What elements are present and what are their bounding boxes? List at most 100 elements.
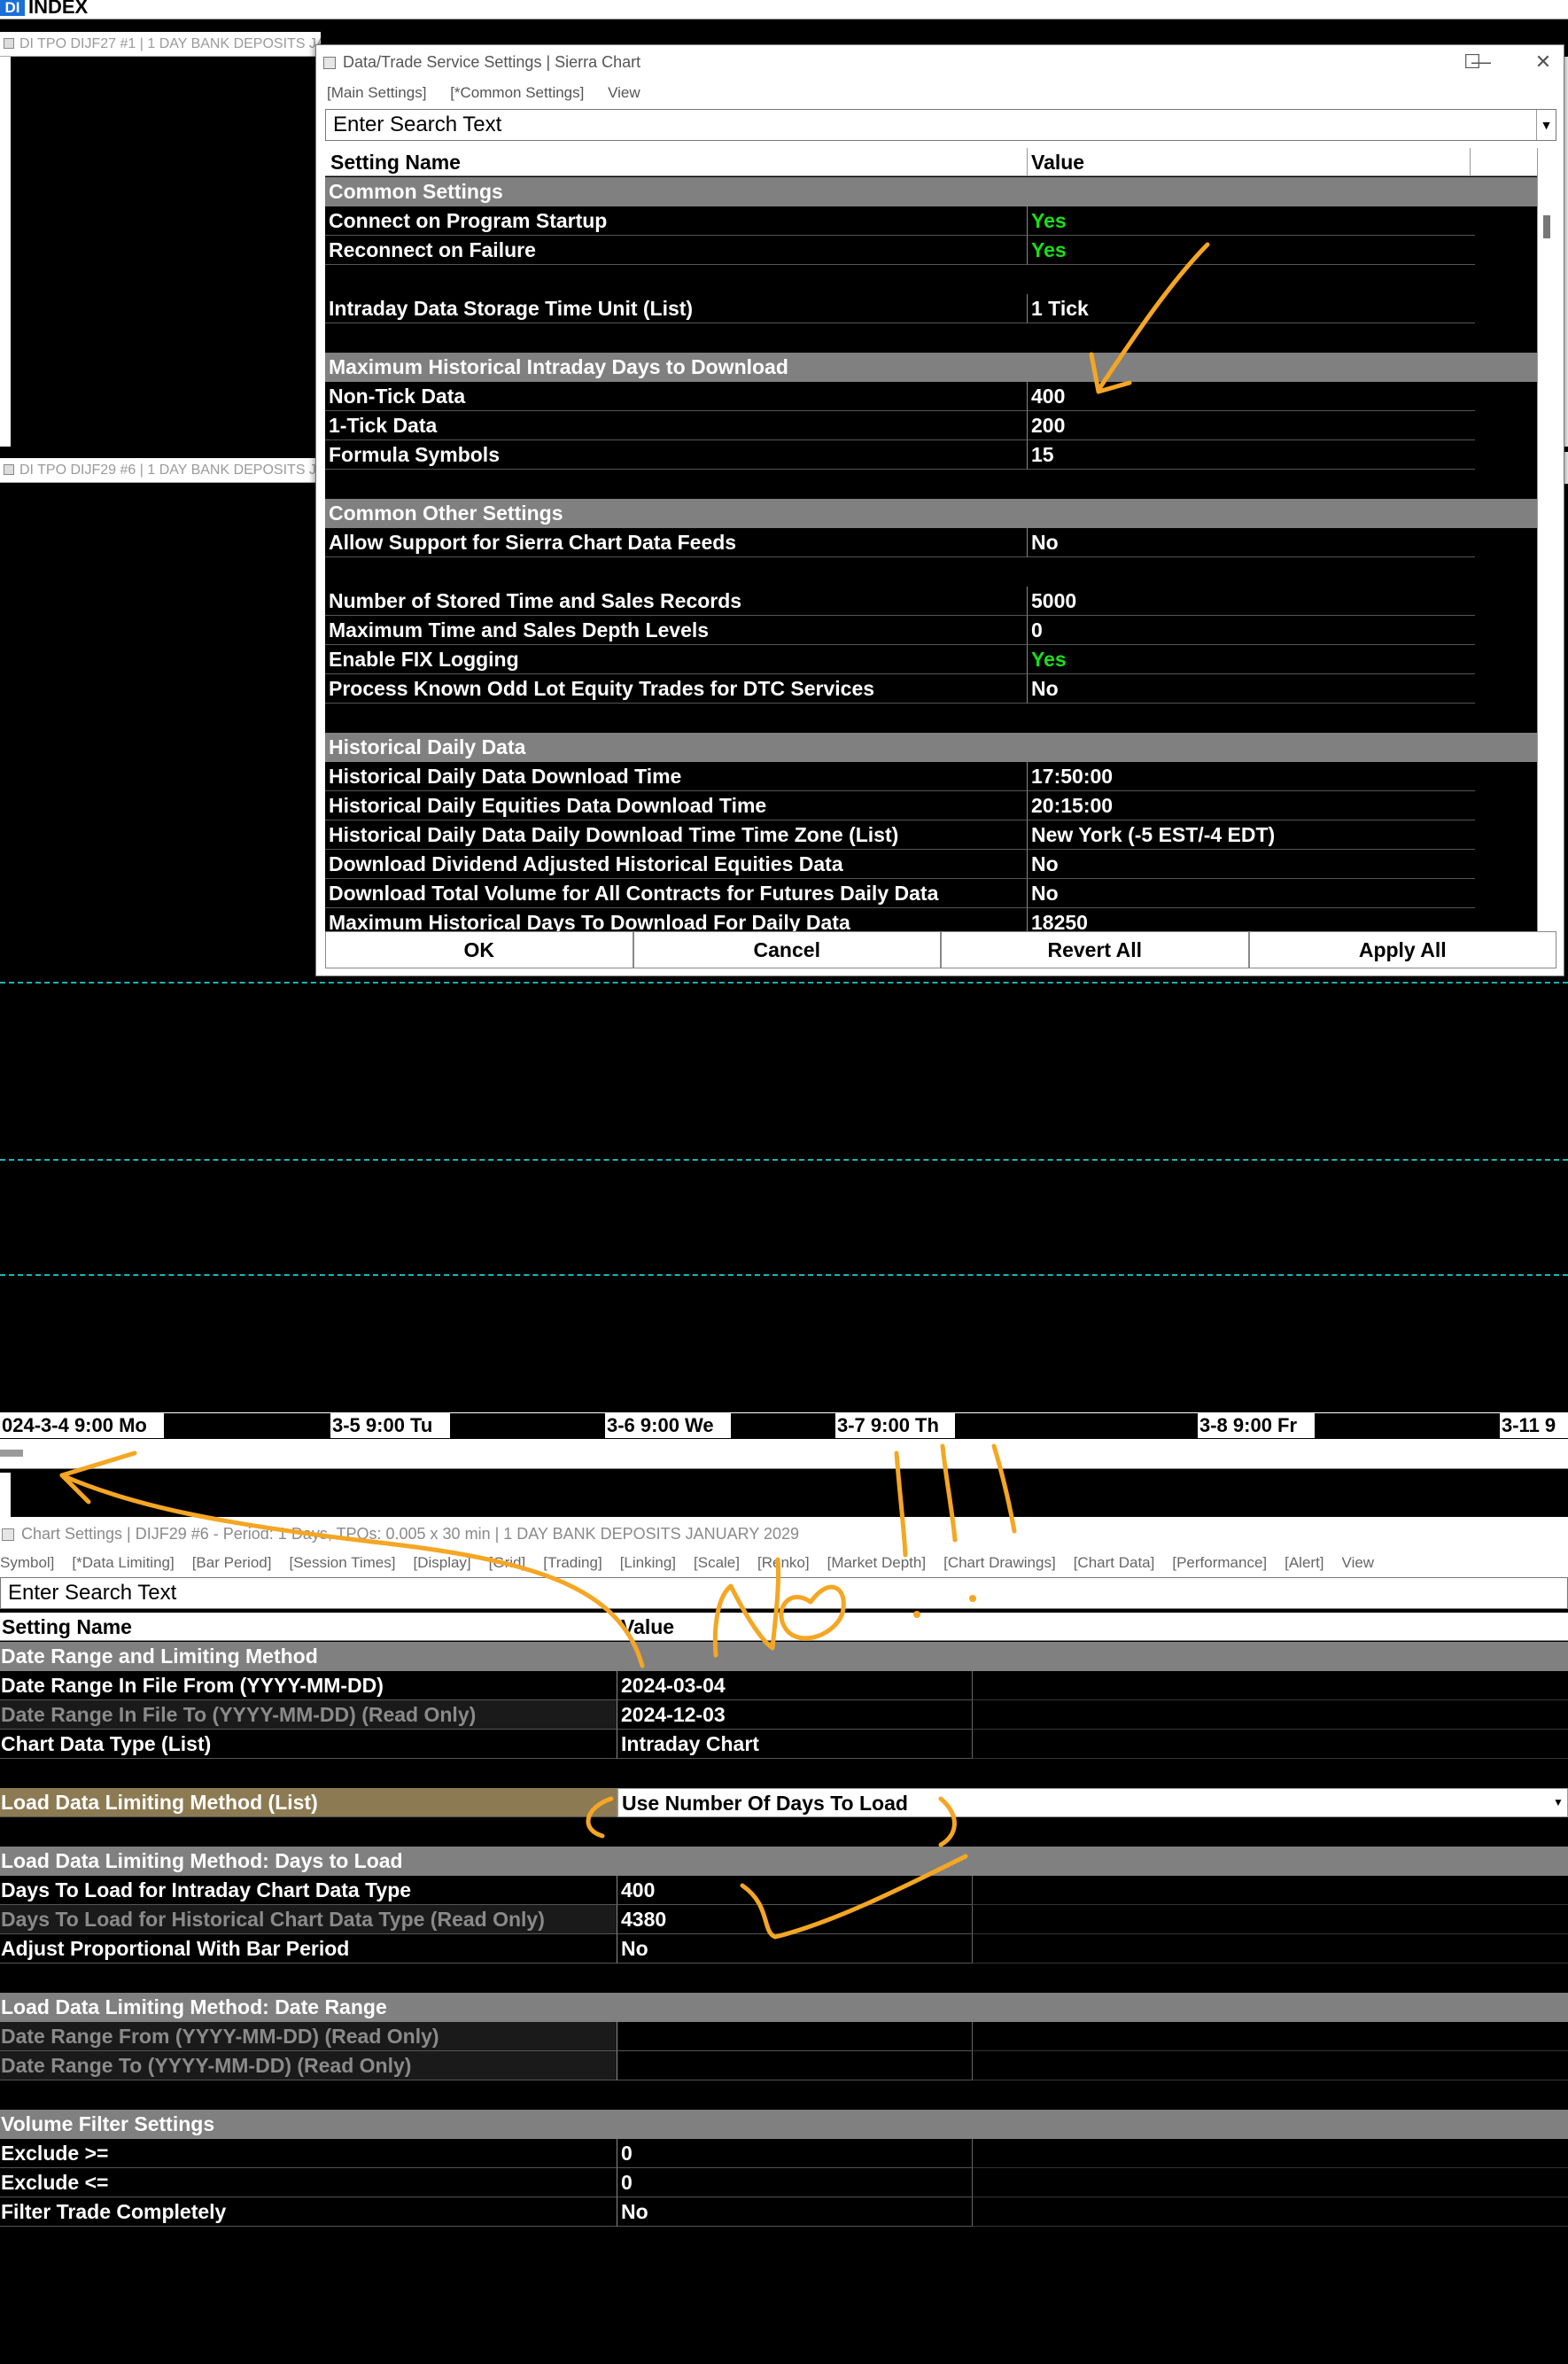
settings-row[interactable]: Exclude <= 0	[0, 2168, 1568, 2197]
menu-view[interactable]: View	[608, 84, 640, 101]
settings-row[interactable]: Exclude >= 0	[0, 2139, 1568, 2168]
settings-row[interactable]: Filter Trade Completely No	[0, 2197, 1568, 2227]
setting-value-cell[interactable]: No	[617, 2197, 972, 2227]
tab-market-depth[interactable]: [Market Depth]	[827, 1554, 927, 1571]
settings-row[interactable]: Date Range To (YYYY-MM-DD) (Read Only)	[0, 2051, 1568, 2080]
settings-row[interactable]: Date Range In File From (YYYY-MM-DD) 2024…	[0, 1671, 1568, 1700]
column-header-setting-name[interactable]: Setting Name	[0, 1613, 617, 1641]
tab-view[interactable]: View	[1342, 1554, 1375, 1571]
chart-settings-grid[interactable]: Setting Name Value Date Range and Limiti…	[0, 1613, 1568, 2364]
settings-row[interactable]: Number of Stored Time and Sales Records 5…	[325, 587, 1537, 616]
tab-performance[interactable]: [Performance]	[1172, 1554, 1267, 1571]
setting-value-cell[interactable]: 15	[1028, 440, 1475, 470]
setting-value-cell[interactable]: 2024-12-03	[617, 1700, 972, 1730]
chevron-down-icon[interactable]: ▼	[1549, 1789, 1567, 1816]
settings-row[interactable]: Historical Daily Data Download Time 17:50…	[325, 762, 1537, 791]
settings-row[interactable]: Download Dividend Adjusted Historical Eq…	[325, 850, 1537, 879]
revert-all-button[interactable]: Revert All	[941, 931, 1249, 968]
tab-trading[interactable]: [Trading]	[543, 1554, 602, 1571]
tab-grid[interactable]: [Grid]	[489, 1554, 526, 1571]
setting-value-cell[interactable]: Yes	[1028, 645, 1475, 674]
setting-value-cell[interactable]: No	[617, 1934, 972, 1964]
setting-value-cell[interactable]: No	[1028, 850, 1475, 879]
column-header-setting-name[interactable]: Setting Name	[325, 148, 1028, 176]
tab-common-settings[interactable]: [*Common Settings]	[450, 84, 584, 101]
tab-scale[interactable]: [Scale]	[694, 1554, 740, 1571]
settings-row[interactable]: Load Data Limiting Method (List) Use Numb…	[0, 1788, 1568, 1817]
settings-row[interactable]: Process Known Odd Lot Equity Trades for …	[325, 674, 1537, 704]
settings-row[interactable]: Maximum Time and Sales Depth Levels 0	[325, 616, 1537, 645]
settings-row[interactable]: Historical Daily Equities Data Download …	[325, 791, 1537, 820]
setting-value-cell[interactable]: 400	[1028, 382, 1475, 411]
index-badge[interactable]: DI	[0, 0, 25, 16]
column-header-value[interactable]: Value	[1028, 148, 1471, 176]
setting-value-cell[interactable]: New York (-5 EST/-4 EDT)	[1028, 820, 1475, 850]
search-input[interactable]: Enter Search Text ▼	[325, 109, 1556, 141]
setting-value-cell[interactable]: 5000	[1028, 587, 1475, 616]
settings-row[interactable]: Connect on Program Startup Yes	[325, 206, 1537, 236]
settings-row[interactable]: Days To Load for Intraday Chart Data Typ…	[0, 1876, 1568, 1905]
settings-row[interactable]: Download Total Volume for All Contracts …	[325, 879, 1537, 908]
tab-symbol[interactable]: Symbol]	[0, 1554, 54, 1571]
setting-value-cell[interactable]: 0	[617, 2168, 972, 2197]
tab-linking[interactable]: [Linking]	[620, 1554, 676, 1571]
chart-window-2-title[interactable]: DI TPO DIJF29 #6 | 1 DAY BANK DEPOSITS J…	[0, 458, 321, 483]
setting-value-cell[interactable]	[617, 2022, 972, 2051]
scrollbar-thumb[interactable]	[0, 1450, 23, 1457]
setting-value-cell[interactable]: 1 Tick	[1028, 294, 1475, 323]
setting-value-cell[interactable]: Yes	[1028, 236, 1475, 265]
chart-window-1-title[interactable]: DI TPO DIJF27 #1 | 1 DAY BANK DEPOSITS J…	[0, 32, 321, 57]
search-input[interactable]: Enter Search Text	[0, 1577, 1568, 1609]
settings-row[interactable]: Allow Support for Sierra Chart Data Feed…	[325, 528, 1537, 557]
close-button[interactable]: ✕	[1530, 51, 1556, 74]
apply-all-button[interactable]: Apply All	[1248, 931, 1556, 968]
chevron-down-icon[interactable]: ▼	[1536, 110, 1556, 140]
load-data-limiting-method-select[interactable]: Use Number Of Days To Load ▼	[617, 1788, 1568, 1817]
settings-vertical-scrollbar[interactable]	[1537, 148, 1556, 931]
setting-value-cell[interactable]: 400	[617, 1876, 972, 1905]
setting-value-cell[interactable]: 4380	[617, 1905, 972, 1934]
settings-row[interactable]: Historical Daily Data Daily Download Tim…	[325, 820, 1537, 850]
chart-horizontal-scrollbar[interactable]	[0, 1439, 1568, 1469]
setting-value-cell[interactable]: 20:15:00	[1028, 791, 1475, 820]
settings-row[interactable]: 1-Tick Data 200	[325, 411, 1537, 440]
ok-button[interactable]: OK	[325, 931, 633, 968]
setting-value-cell[interactable]: 0	[1028, 616, 1475, 645]
settings-grid[interactable]: Setting Name Value Common Settings Connec…	[325, 148, 1537, 931]
tab-display[interactable]: [Display]	[413, 1554, 470, 1571]
setting-value-cell[interactable]: No	[1028, 879, 1475, 908]
settings-row[interactable]: Enable FIX Logging Yes	[325, 645, 1537, 674]
column-header-value[interactable]: Value	[617, 1613, 972, 1641]
maximize-button[interactable]: ☐	[1459, 51, 1486, 74]
index-label[interactable]: INDEX	[28, 0, 88, 17]
dialog-titlebar[interactable]: Data/Trade Service Settings | Sierra Cha…	[316, 45, 1564, 79]
tab-renko[interactable]: [Renko]	[757, 1554, 810, 1571]
settings-row[interactable]: Reconnect on Failure Yes	[325, 236, 1537, 265]
settings-row[interactable]: Date Range In File To (YYYY-MM-DD) (Read…	[0, 1700, 1568, 1730]
setting-value-cell[interactable]: 18250	[1028, 908, 1475, 931]
settings-row[interactable]: Date Range From (YYYY-MM-DD) (Read Only)	[0, 2022, 1568, 2051]
cancel-button[interactable]: Cancel	[633, 931, 941, 968]
settings-row[interactable]: Days To Load for Historical Chart Data T…	[0, 1905, 1568, 1934]
tab-data-limiting[interactable]: [*Data Limiting]	[72, 1554, 174, 1571]
settings-row[interactable]: Non-Tick Data 400	[325, 382, 1537, 411]
setting-value-cell[interactable]: 0	[617, 2139, 972, 2168]
tab-bar-period[interactable]: [Bar Period]	[192, 1554, 272, 1571]
setting-value-cell[interactable]	[617, 2051, 972, 2080]
tab-alert[interactable]: [Alert]	[1285, 1554, 1323, 1571]
settings-row[interactable]: Formula Symbols 15	[325, 440, 1537, 470]
setting-value-cell[interactable]: 17:50:00	[1028, 762, 1475, 791]
settings-row[interactable]: Chart Data Type (List) Intraday Chart	[0, 1730, 1568, 1759]
setting-value-cell[interactable]: Intraday Chart	[617, 1730, 972, 1759]
setting-value-cell[interactable]: 2024-03-04	[617, 1671, 972, 1700]
setting-value-cell[interactable]: No	[1028, 528, 1475, 557]
tab-session-times[interactable]: [Session Times]	[289, 1554, 395, 1571]
scrollbar-thumb[interactable]	[1543, 215, 1550, 238]
settings-row[interactable]: Intraday Data Storage Time Unit (List) 1 …	[325, 294, 1537, 323]
setting-value-cell[interactable]: No	[1028, 674, 1475, 704]
setting-value-cell[interactable]: 200	[1028, 411, 1475, 440]
dialog-titlebar[interactable]: Chart Settings | DIJF29 #6 - Period: 1 D…	[0, 1517, 1568, 1551]
settings-row[interactable]: Maximum Historical Days To Download For …	[325, 908, 1537, 931]
settings-row[interactable]: Adjust Proportional With Bar Period No	[0, 1934, 1568, 1964]
time-axis[interactable]: 024-3-4 9:00 Mo 3-5 9:00 Tu 3-6 9:00 We …	[0, 1412, 1568, 1438]
